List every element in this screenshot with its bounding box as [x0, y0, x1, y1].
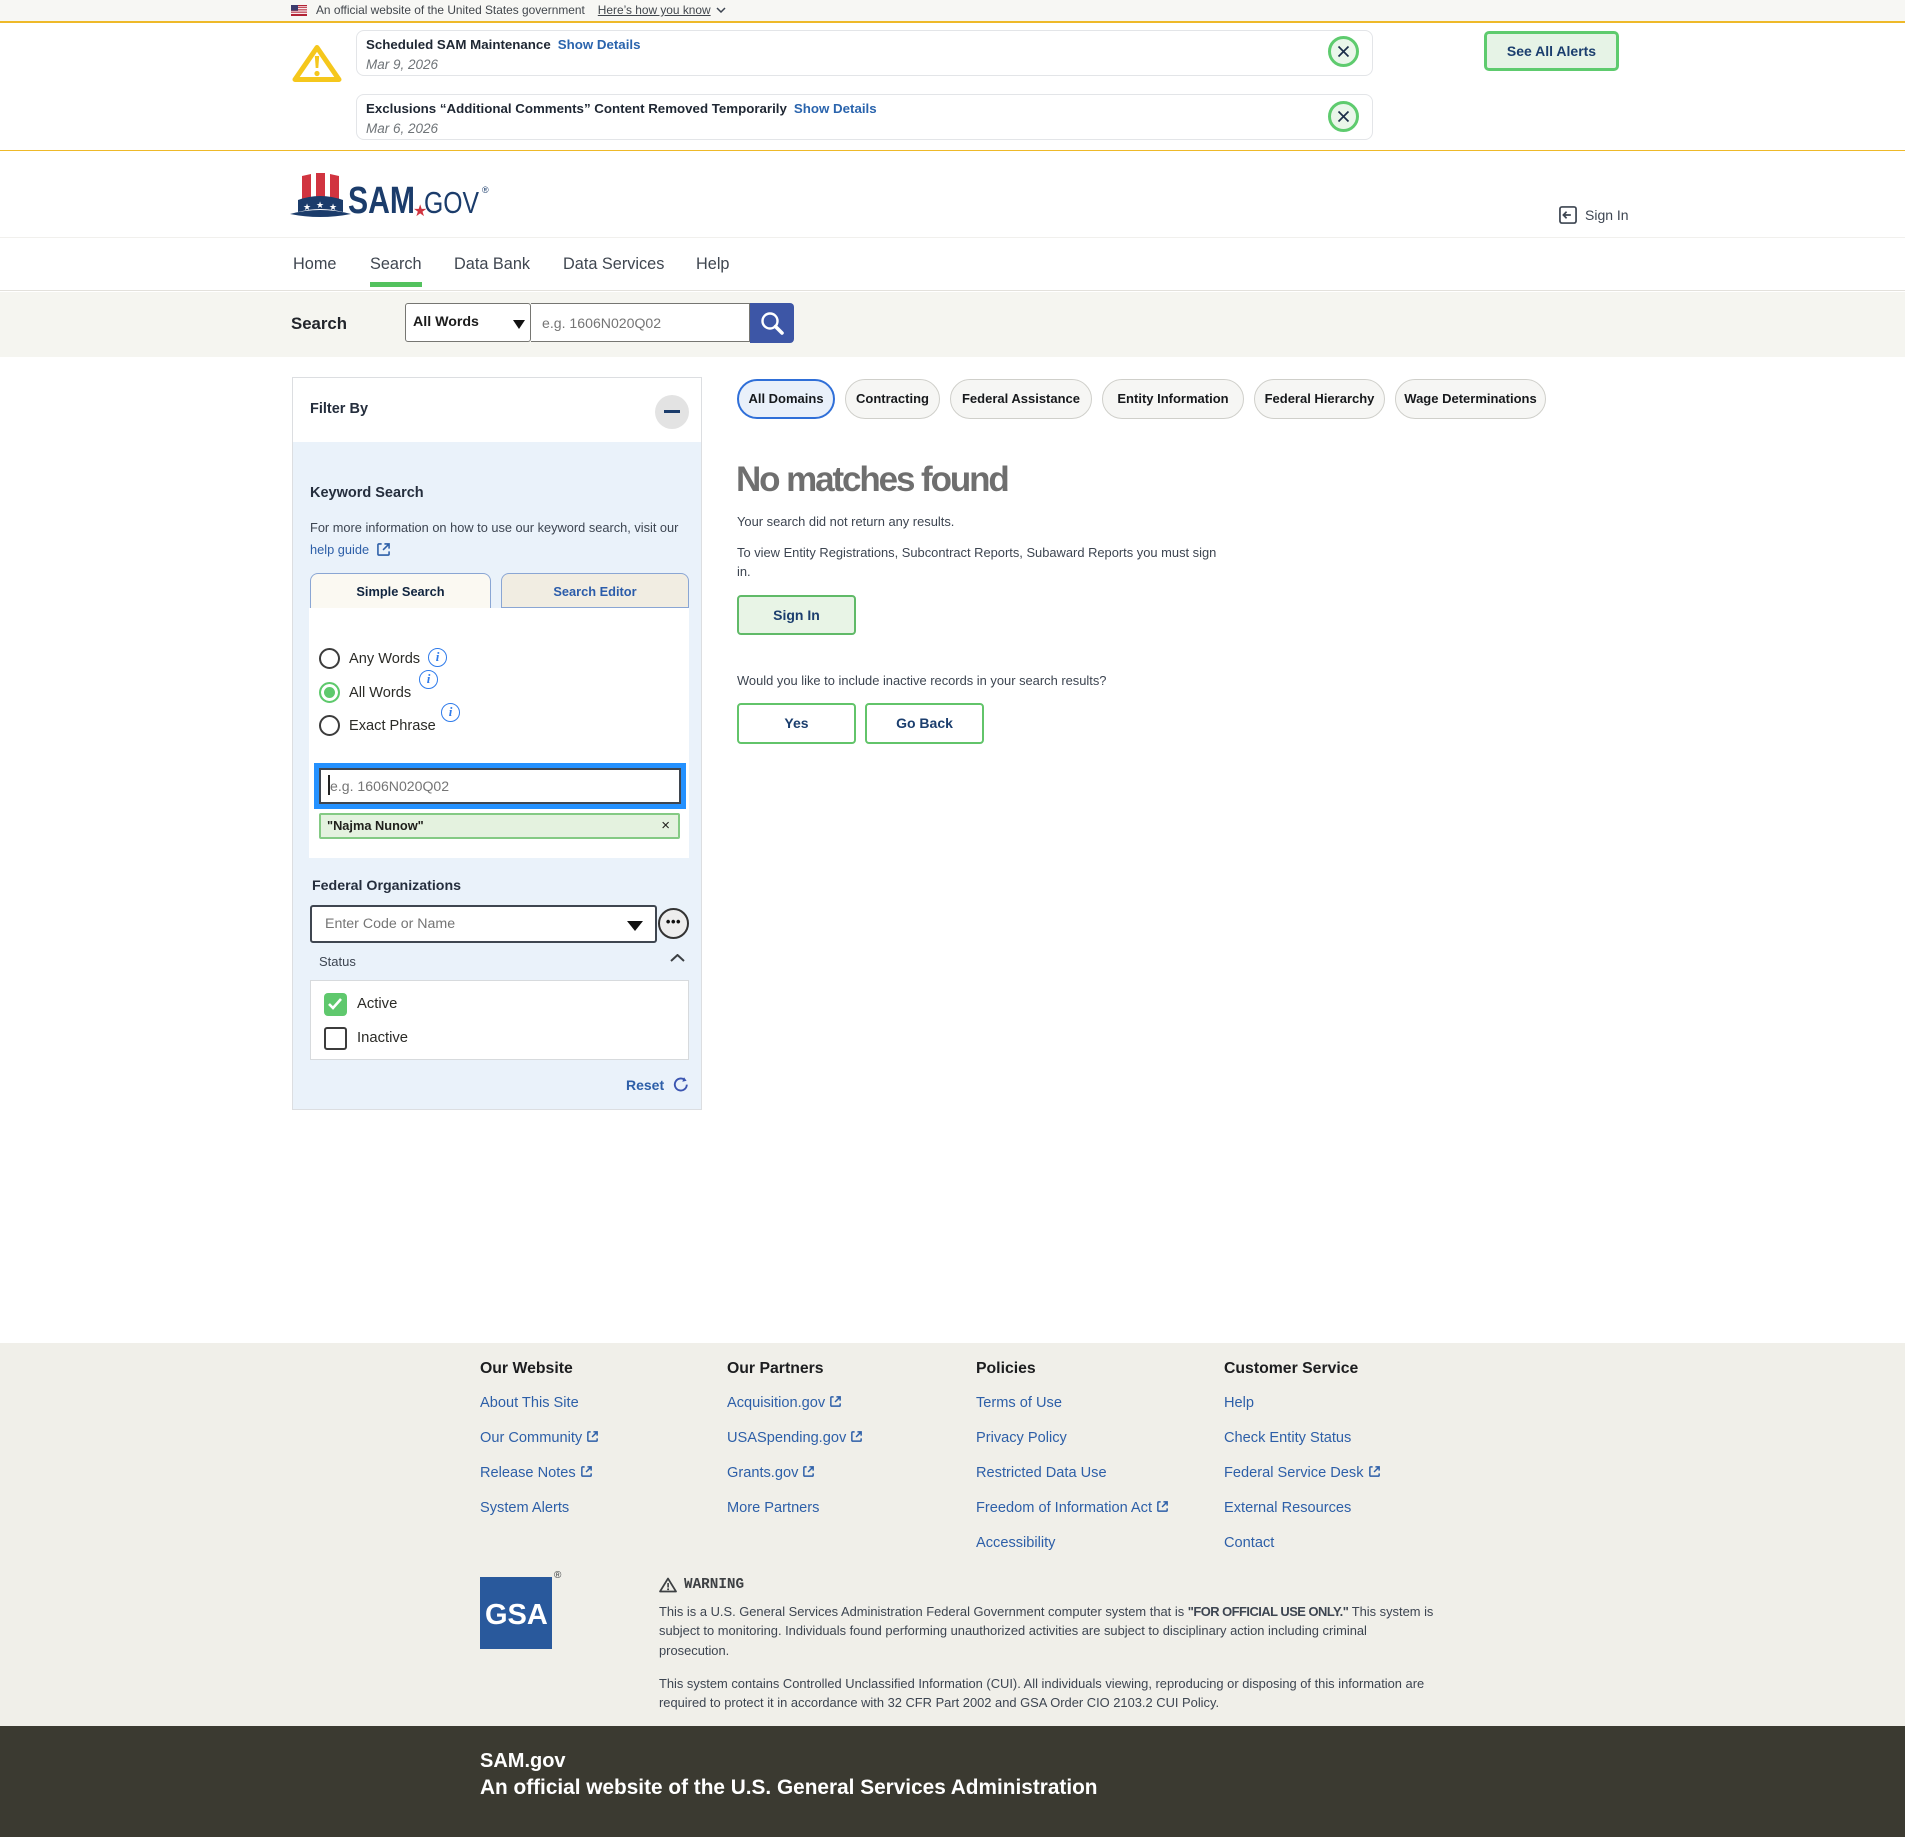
- svg-text:GOV: GOV: [424, 185, 479, 220]
- svg-text:SAM: SAM: [348, 180, 415, 220]
- svg-text:★: ★: [316, 200, 324, 210]
- svg-text:®: ®: [482, 185, 489, 195]
